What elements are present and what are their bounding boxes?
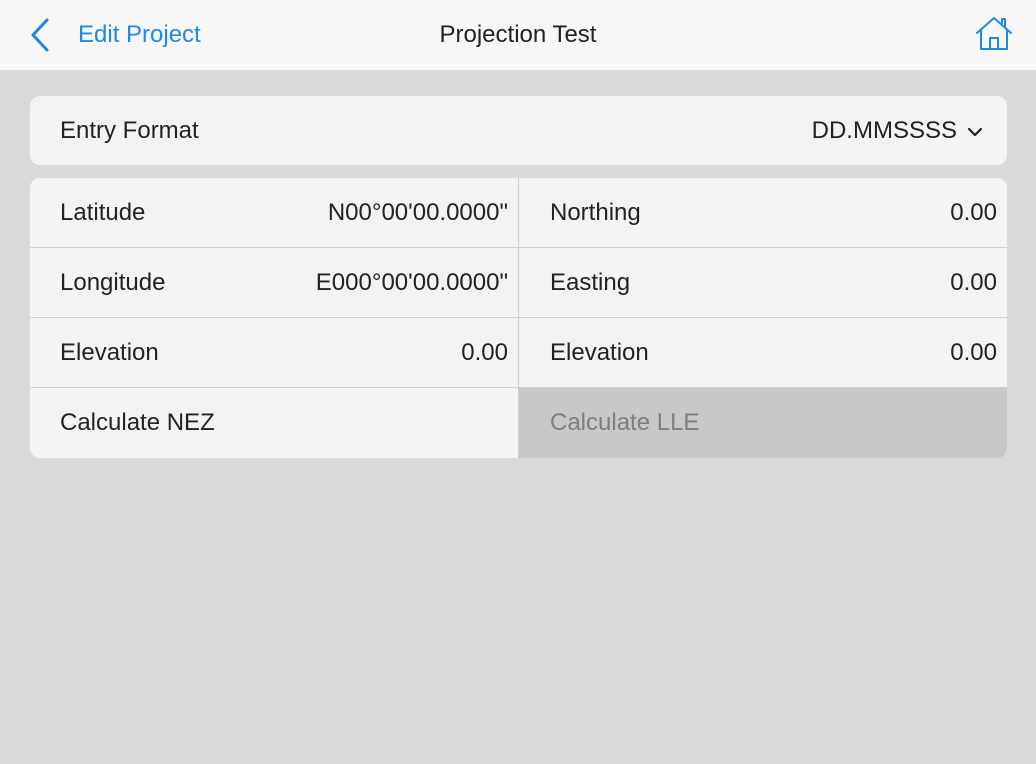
calculate-nez-button[interactable]: Calculate NEZ xyxy=(30,388,518,458)
grid-elevation-value[interactable]: 0.00 xyxy=(950,339,997,367)
latitude-value[interactable]: N00°00'00.0000" xyxy=(328,199,508,227)
home-button[interactable] xyxy=(972,14,1016,54)
calculate-lle-button[interactable]: Calculate LLE xyxy=(519,388,1007,458)
back-button-label: Edit Project xyxy=(78,21,201,48)
grid-column: Northing 0.00 Easting 0.00 Elevation 0.0… xyxy=(518,178,1007,458)
entry-format-row[interactable]: Entry Format DD.MMSSSS xyxy=(30,96,1007,165)
entry-format-label: Entry Format xyxy=(60,116,199,144)
geodetic-elevation-row[interactable]: Elevation 0.00 xyxy=(30,318,518,388)
longitude-label: Longitude xyxy=(60,268,166,296)
longitude-row[interactable]: Longitude E000°00'00.0000" xyxy=(30,248,518,318)
northing-row[interactable]: Northing 0.00 xyxy=(519,178,1007,248)
northing-label: Northing xyxy=(550,198,641,226)
entry-format-value: DD.MMSSSS xyxy=(811,116,957,144)
entry-format-card: Entry Format DD.MMSSSS xyxy=(30,96,1007,165)
easting-row[interactable]: Easting 0.00 xyxy=(519,248,1007,318)
calculate-nez-label: Calculate NEZ xyxy=(60,409,215,436)
latitude-row[interactable]: Latitude N00°00'00.0000" xyxy=(30,178,518,248)
northing-value[interactable]: 0.00 xyxy=(950,199,997,227)
home-icon xyxy=(972,17,1016,58)
chevron-down-icon xyxy=(967,117,983,145)
projection-card: Latitude N00°00'00.0000" Longitude E000°… xyxy=(30,178,1007,458)
entry-format-select[interactable]: DD.MMSSSS xyxy=(812,117,983,145)
longitude-value[interactable]: E000°00'00.0000" xyxy=(316,269,508,297)
latitude-label: Latitude xyxy=(60,198,146,226)
grid-elevation-label: Elevation xyxy=(550,338,649,366)
grid-elevation-row[interactable]: Elevation 0.00 xyxy=(519,318,1007,388)
easting-label: Easting xyxy=(550,268,631,296)
easting-value[interactable]: 0.00 xyxy=(950,269,997,297)
navigation-bar: Edit Project Projection Test xyxy=(0,0,1036,70)
geodetic-column: Latitude N00°00'00.0000" Longitude E000°… xyxy=(30,178,518,458)
geodetic-elevation-value[interactable]: 0.00 xyxy=(461,339,508,367)
chevron-left-icon xyxy=(30,18,50,52)
geodetic-elevation-label: Elevation xyxy=(60,338,159,366)
calculate-lle-label: Calculate LLE xyxy=(550,409,700,436)
back-button[interactable]: Edit Project xyxy=(30,13,201,57)
